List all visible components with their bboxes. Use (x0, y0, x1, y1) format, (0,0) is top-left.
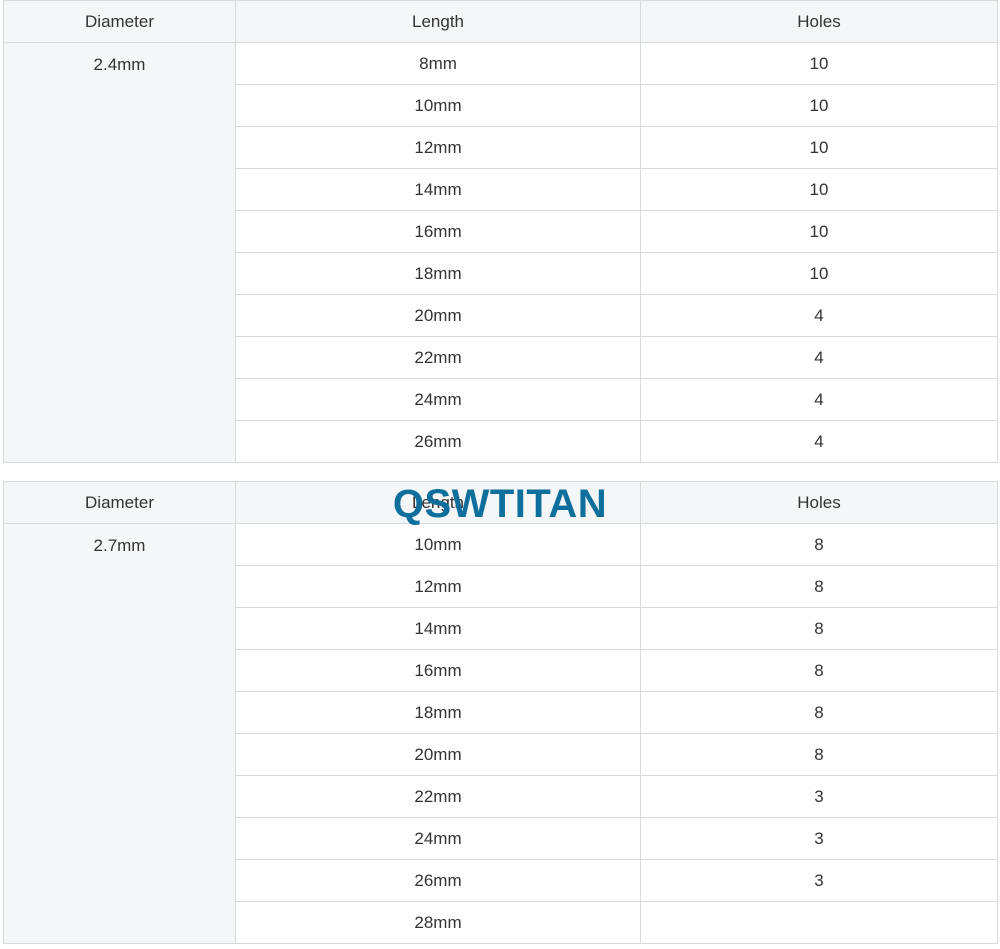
holes-cell: 4 (640, 420, 998, 463)
holes-cell: 8 (640, 565, 998, 608)
length-cell: 28mm (235, 901, 641, 944)
length-cell: 16mm (235, 649, 641, 692)
length-cell: 18mm (235, 252, 641, 295)
holes-cell: 8 (640, 733, 998, 776)
holes-cell: 10 (640, 84, 998, 127)
holes-cell: 10 (640, 252, 998, 295)
table-header-row: Diameter Length Holes (3, 481, 998, 524)
length-cell: 22mm (235, 336, 641, 379)
spec-table-2-7mm: Diameter Length Holes 2.7mm 10mm 8 12mm 8 14m… (3, 481, 998, 944)
holes-cell: 3 (640, 775, 998, 818)
holes-cell: 10 (640, 168, 998, 211)
length-cell: 12mm (235, 565, 641, 608)
length-cell: 10mm (235, 84, 641, 127)
length-cell: 20mm (235, 733, 641, 776)
length-cell: 14mm (235, 607, 641, 650)
length-cell: 26mm (235, 420, 641, 463)
header-length: Length (235, 0, 641, 43)
holes-cell: 10 (640, 126, 998, 169)
header-holes: Holes (640, 0, 998, 43)
table-row: 2.7mm 10mm 8 (3, 523, 998, 944)
holes-cell: 4 (640, 294, 998, 337)
length-cell: 10mm (235, 523, 641, 566)
table-body: 2.4mm 8mm 10 10mm 10 12mm 10 14mm 10 16mm 10 18mm 10… (3, 42, 998, 463)
holes-cell: 10 (640, 210, 998, 253)
diameter-cell: 2.7mm (3, 523, 236, 944)
length-cell: 20mm (235, 294, 641, 337)
holes-cell: 8 (640, 607, 998, 650)
length-cell: 12mm (235, 126, 641, 169)
holes-cell (640, 901, 998, 944)
holes-cell: 8 (640, 649, 998, 692)
length-cell: 24mm (235, 817, 641, 860)
spec-table-2-4mm: Diameter Length Holes 2.4mm 8mm 10 10mm 10 12… (3, 0, 998, 463)
holes-cell: 3 (640, 817, 998, 860)
holes-cell: 8 (640, 691, 998, 734)
table-header-row: Diameter Length Holes (3, 0, 998, 43)
header-length: Length (235, 481, 641, 524)
length-cell: 18mm (235, 691, 641, 734)
holes-cell: 4 (640, 336, 998, 379)
holes-cell: 10 (640, 42, 998, 85)
holes-cell: 3 (640, 859, 998, 902)
header-diameter: Diameter (3, 0, 236, 43)
holes-cell: 4 (640, 378, 998, 421)
header-holes: Holes (640, 481, 998, 524)
length-cell: 14mm (235, 168, 641, 211)
diameter-cell: 2.4mm (3, 42, 236, 463)
table-row: 2.4mm 8mm 10 (3, 42, 998, 463)
length-cell: 24mm (235, 378, 641, 421)
length-cell: 26mm (235, 859, 641, 902)
length-cell: 16mm (235, 210, 641, 253)
length-cell: 8mm (235, 42, 641, 85)
length-cell: 22mm (235, 775, 641, 818)
header-diameter: Diameter (3, 481, 236, 524)
table-body: 2.7mm 10mm 8 12mm 8 14mm 8 16mm 8 18mm 8 20mm 8 22mm 3… (3, 523, 998, 944)
holes-cell: 8 (640, 523, 998, 566)
